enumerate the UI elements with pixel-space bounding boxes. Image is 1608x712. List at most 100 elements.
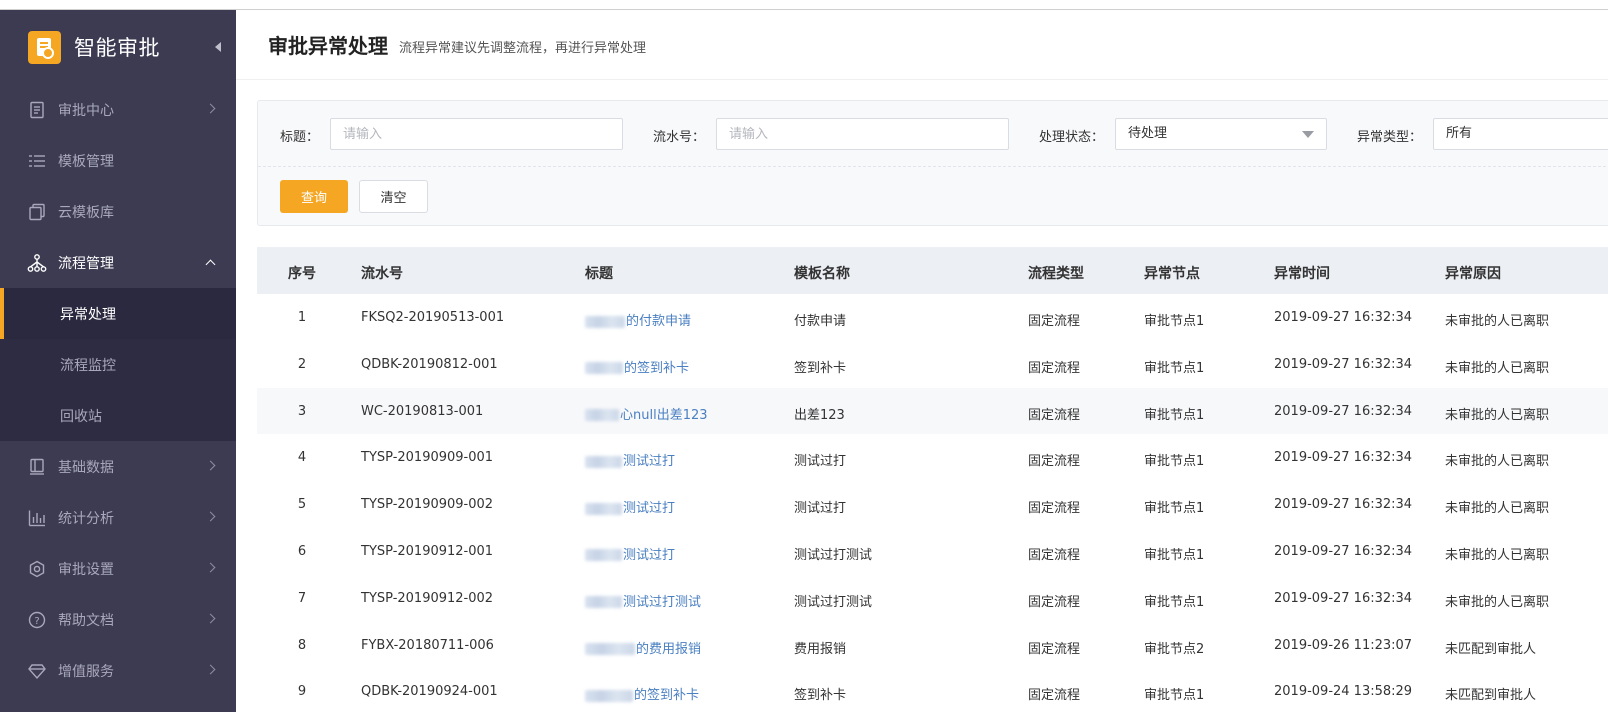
redacted-name xyxy=(585,315,625,328)
sidebar-item-help-docs[interactable]: ? 帮助文档 xyxy=(0,594,236,645)
cell-node: 审批节点2 xyxy=(1144,641,1205,657)
cell-reason: 未审批的人已离职 xyxy=(1445,314,1550,329)
table-row[interactable]: 8 FYBX-20180711-006 的费用报销 费用报销 固定流程 审批节点… xyxy=(257,622,1608,669)
type-filter-value: 所有 xyxy=(1446,126,1473,141)
cell-time: 2019-09-27 16:32:34 xyxy=(1274,450,1413,466)
template-list-icon xyxy=(27,151,47,171)
cell-time: 2019-09-27 16:32:34 xyxy=(1274,403,1413,419)
type-filter-label: 异常类型： xyxy=(1357,130,1423,145)
cell-title-text: 测试过打测试 xyxy=(623,594,702,610)
cell-template: 签到补卡 xyxy=(794,688,847,704)
cell-template: 付款申请 xyxy=(794,314,847,329)
cell-time: 2019-09-27 16:32:34 xyxy=(1274,356,1413,372)
sidebar-item-approval-settings[interactable]: 审批设置 xyxy=(0,543,236,594)
sidebar-item-label: 审批中心 xyxy=(58,102,114,119)
statistics-icon xyxy=(27,508,47,528)
sidebar-item-basic-data[interactable]: 基础数据 xyxy=(0,441,236,492)
redacted-name xyxy=(585,596,622,609)
cell-node: 审批节点1 xyxy=(1144,360,1205,376)
chevron-up-icon xyxy=(205,259,216,270)
query-button[interactable]: 查询 xyxy=(280,180,348,213)
cell-title-link[interactable]: 的签到补卡 xyxy=(585,684,699,703)
table-row[interactable]: 1 FKSQ2-20190513-001 的付款申请 付款申请 固定流程 审批节… xyxy=(257,294,1608,341)
sidebar-item-approval-center[interactable]: 审批中心 xyxy=(0,84,236,135)
status-filter-label: 处理状态： xyxy=(1039,130,1105,145)
cell-title-text: 心null出差123 xyxy=(620,407,708,423)
cell-no: 9 xyxy=(297,684,307,700)
cell-reason: 未匹配到审批人 xyxy=(1445,688,1537,704)
cell-title-text: 测试过打 xyxy=(623,547,676,563)
chevron-right-icon xyxy=(205,664,216,675)
cell-title-link[interactable]: 的签到补卡 xyxy=(585,357,689,376)
column-header-template: 模板名称 xyxy=(794,266,850,282)
cell-time: 2019-09-27 16:32:34 xyxy=(1274,497,1413,513)
sidebar: 智能审批 审批中心 模板管理 云模板库 流程管理 异常处理 流程监控 回收站 基… xyxy=(0,10,236,712)
cell-title-link[interactable]: 心null出差123 xyxy=(585,404,708,423)
status-filter-select[interactable]: 待处理 xyxy=(1115,118,1327,150)
page-subtitle: 流程异常建议先调整流程，再进行异常处理 xyxy=(399,40,647,56)
cell-title-link[interactable]: 测试过打 xyxy=(585,497,675,516)
cell-title-link[interactable]: 的费用报销 xyxy=(585,638,701,657)
cell-template: 费用报销 xyxy=(794,641,847,657)
cell-title-link[interactable]: 测试过打 xyxy=(585,450,675,469)
table-row[interactable]: 3 WC-20190813-001 心null出差123 出差123 固定流程 … xyxy=(257,387,1608,435)
sidebar-item-value-added[interactable]: 增值服务 xyxy=(0,645,236,696)
cell-flow-type: 固定流程 xyxy=(1028,547,1081,563)
redacted-name xyxy=(585,409,619,422)
serial-filter-label: 流水号： xyxy=(653,130,706,145)
sidebar-item-label: 帮助文档 xyxy=(58,612,114,629)
table-row[interactable]: 6 TYSP-20190912-001 测试过打 测试过打测试 固定流程 审批节… xyxy=(257,528,1608,575)
sidebar-item-label: 流程管理 xyxy=(58,255,114,272)
sidebar-item-template-management[interactable]: 模板管理 xyxy=(0,135,236,186)
table-row[interactable]: 5 TYSP-20190909-002 测试过打 测试过打 固定流程 审批节点1… xyxy=(257,481,1608,528)
brand: 智能审批 xyxy=(0,10,236,84)
cell-serial: TYSP-20190912-002 xyxy=(361,590,494,606)
status-filter-value: 待处理 xyxy=(1128,126,1168,141)
title-filter-input[interactable] xyxy=(330,118,623,150)
cell-flow-type: 固定流程 xyxy=(1028,501,1081,517)
cell-node: 审批节点1 xyxy=(1144,501,1205,517)
redacted-name xyxy=(585,549,622,562)
cell-no: 8 xyxy=(297,637,307,653)
cell-node: 审批节点1 xyxy=(1144,454,1205,470)
cell-template: 测试过打 xyxy=(794,454,847,470)
column-header-reason: 异常原因 xyxy=(1445,266,1501,282)
cell-reason: 未审批的人已离职 xyxy=(1445,454,1550,470)
type-filter-select[interactable]: 所有 xyxy=(1433,118,1608,150)
page-title: 审批异常处理 xyxy=(268,34,388,58)
cell-title-link[interactable]: 的付款申请 xyxy=(585,310,691,329)
redacted-name xyxy=(585,689,633,702)
collapse-sidebar-icon[interactable] xyxy=(215,42,221,52)
sidebar-subitem-exception-handling[interactable]: 异常处理 xyxy=(0,288,236,339)
cell-title-link[interactable]: 测试过打测试 xyxy=(585,591,701,610)
approval-center-icon xyxy=(27,100,47,120)
cell-flow-type: 固定流程 xyxy=(1028,688,1081,704)
cell-no: 5 xyxy=(297,497,307,513)
table-row[interactable]: 2 QDBK-20190812-001 的签到补卡 签到补卡 固定流程 审批节点… xyxy=(257,341,1608,388)
table-row[interactable]: 4 TYSP-20190909-001 测试过打 测试过打 固定流程 审批节点1… xyxy=(257,434,1608,481)
sidebar-item-flow-management[interactable]: 流程管理 xyxy=(0,237,236,288)
chevron-right-icon xyxy=(205,511,216,522)
cell-title-text: 测试过打 xyxy=(623,501,676,517)
table-row[interactable]: 9 QDBK-20190924-001 的签到补卡 签到补卡 固定流程 审批节点… xyxy=(257,668,1608,712)
help-icon: ? xyxy=(27,610,47,630)
clear-button[interactable]: 清空 xyxy=(359,180,428,213)
cell-no: 7 xyxy=(297,590,307,606)
column-header-title: 标题 xyxy=(585,266,613,282)
chevron-right-icon xyxy=(205,460,216,471)
cell-serial: FYBX-20180711-006 xyxy=(361,637,494,653)
sidebar-subitem-recycle-bin[interactable]: 回收站 xyxy=(0,390,236,441)
sidebar-item-statistics[interactable]: 统计分析 xyxy=(0,492,236,543)
cell-flow-type: 固定流程 xyxy=(1028,454,1081,470)
cell-title-text: 的签到补卡 xyxy=(634,688,700,704)
serial-filter-input[interactable] xyxy=(716,118,1009,150)
redacted-name xyxy=(585,643,635,656)
sidebar-item-cloud-template[interactable]: 云模板库 xyxy=(0,186,236,237)
column-header-flow-type: 流程类型 xyxy=(1028,266,1084,282)
cell-node: 审批节点1 xyxy=(1144,594,1205,610)
cell-flow-type: 固定流程 xyxy=(1028,314,1081,329)
app-title: 智能审批 xyxy=(74,36,160,60)
sidebar-subitem-flow-monitor[interactable]: 流程监控 xyxy=(0,339,236,390)
cell-title-link[interactable]: 测试过打 xyxy=(585,544,675,563)
table-row[interactable]: 7 TYSP-20190912-002 测试过打测试 测试过打测试 固定流程 审… xyxy=(257,575,1608,622)
